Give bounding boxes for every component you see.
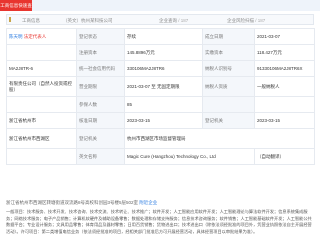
- field-label: 实缴资本: [202, 44, 255, 61]
- field-value: 145.8896万元: [124, 44, 203, 61]
- legal-rep-note: 法定代表人: [23, 33, 47, 39]
- field-value: [6, 96, 77, 113]
- field-label: 成立日期: [202, 28, 255, 45]
- top-strip: [32, 0, 320, 11]
- field-value: 2023-03-15: [124, 112, 203, 129]
- field-label: 核准日期: [76, 112, 125, 129]
- field-value: 2021-03-07 至 无固定期限: [124, 76, 203, 97]
- table-row: 浙江省杭州市西湖区 登记机关 杭州市西湖区市场监督管理局: [6, 128, 315, 149]
- table-row: 注册资本 145.8896万元 实缴资本 118.427万元: [6, 44, 315, 61]
- nearby-link[interactable]: 附近企业: [139, 200, 157, 205]
- field-value: 85: [124, 96, 203, 113]
- field-label: 登记机关: [76, 128, 125, 149]
- field-value: [254, 96, 315, 113]
- field-label: 注册资本: [76, 44, 125, 61]
- field-label: 统一社会信用代码: [76, 60, 125, 77]
- field-value: 2021-03-07: [254, 28, 315, 45]
- field-value: 118.427万元: [254, 44, 315, 61]
- field-value: 存续: [124, 28, 203, 45]
- search-bar[interactable]: 工商信息 （英文）杭州某科技公司 企业查询 / 187 企业风险扫描 / 187: [6, 14, 314, 25]
- field-label: 参保人数: [76, 96, 125, 113]
- translate-note: （自动翻译）: [254, 148, 315, 165]
- field-value: 330106MA2J8TR6: [124, 60, 203, 77]
- field-value: 2023-03-15: [254, 112, 315, 129]
- field-value: 一般纳税人: [254, 76, 315, 97]
- risk-scan-label: 企业风险扫描: [227, 18, 254, 23]
- field-value: [6, 148, 77, 165]
- field-label: 登记状态: [76, 28, 125, 45]
- field-label: 登记机关: [202, 112, 255, 129]
- field-label: [202, 96, 255, 113]
- field-value: 杭州市西湖区市场监督管理局: [124, 128, 315, 149]
- field-label: 英文名称: [76, 148, 125, 165]
- address-text: 浙江省杭州市西湖区转塘街道双流路8号高校科创园3号楼5层502室: [6, 200, 139, 205]
- business-scope-text: 一般项目：技术服务、技术开发、技术咨询、技术交流、技术转让、技术推广；软件开发；…: [6, 209, 312, 234]
- business-info-table: 陈天明 法定代表人 登记状态 存续 成立日期 2021-03-07 注册资本 1…: [6, 28, 315, 165]
- enterprise-query-tab[interactable]: 企业查询 / 187: [159, 18, 188, 24]
- field-value: 有限责任公司（自然人投资或控股）: [6, 76, 77, 97]
- field-value: MA2J8TR-6: [6, 60, 77, 77]
- top-badge: 工商信息快速查询: [0, 0, 32, 19]
- table-row: 陈天明 法定代表人 登记状态 存续 成立日期 2021-03-07: [6, 28, 315, 45]
- field-value: 浙江省杭州市: [6, 112, 77, 129]
- table-row: MA2J8TR-6 统一社会信用代码 330106MA2J8TR6 纳税人识别号…: [6, 60, 315, 77]
- legal-rep-name[interactable]: 陈天明: [9, 34, 23, 39]
- field-value: 91330106MA2J8TR6X: [254, 60, 315, 77]
- table-row: 参保人数 85: [6, 96, 315, 113]
- field-label: 营业期限: [76, 76, 125, 97]
- business-scope: 浙江省杭州市西湖区转塘街道双流路8号高校科创园3号楼5层502室 附近企业 一般…: [6, 200, 314, 238]
- field-value: [6, 44, 77, 61]
- enterprise-query-label: 企业查询: [159, 18, 177, 23]
- risk-scan-count: / 187: [255, 18, 266, 23]
- field-label: 纳税人识别号: [202, 60, 255, 77]
- table-row: 有限责任公司（自然人投资或控股） 营业期限 2021-03-07 至 无固定期限…: [6, 76, 315, 97]
- enterprise-query-count: / 187: [178, 18, 189, 23]
- accent-mark: [9, 17, 11, 22]
- search-label: 工商信息: [22, 18, 40, 23]
- legal-rep-cell[interactable]: 陈天明 法定代表人: [6, 28, 77, 45]
- field-label: 纳税人资质: [202, 76, 255, 97]
- search-keyword[interactable]: （英文）杭州某科技公司: [63, 18, 113, 24]
- field-value: 浙江省杭州市西湖区: [6, 128, 77, 149]
- table-row: 浙江省杭州市 核准日期 2023-03-15 登记机关 2023-03-15: [6, 112, 315, 129]
- risk-scan-tab[interactable]: 企业风险扫描 / 187: [227, 18, 265, 24]
- field-value: Magic Cure (Hangzhou) Technology Co., Lt…: [124, 148, 255, 165]
- address-line: 浙江省杭州市西湖区转塘街道双流路8号高校科创园3号楼5层502室 附近企业: [6, 200, 314, 206]
- table-row: 英文名称 Magic Cure (Hangzhou) Technology Co…: [6, 148, 315, 165]
